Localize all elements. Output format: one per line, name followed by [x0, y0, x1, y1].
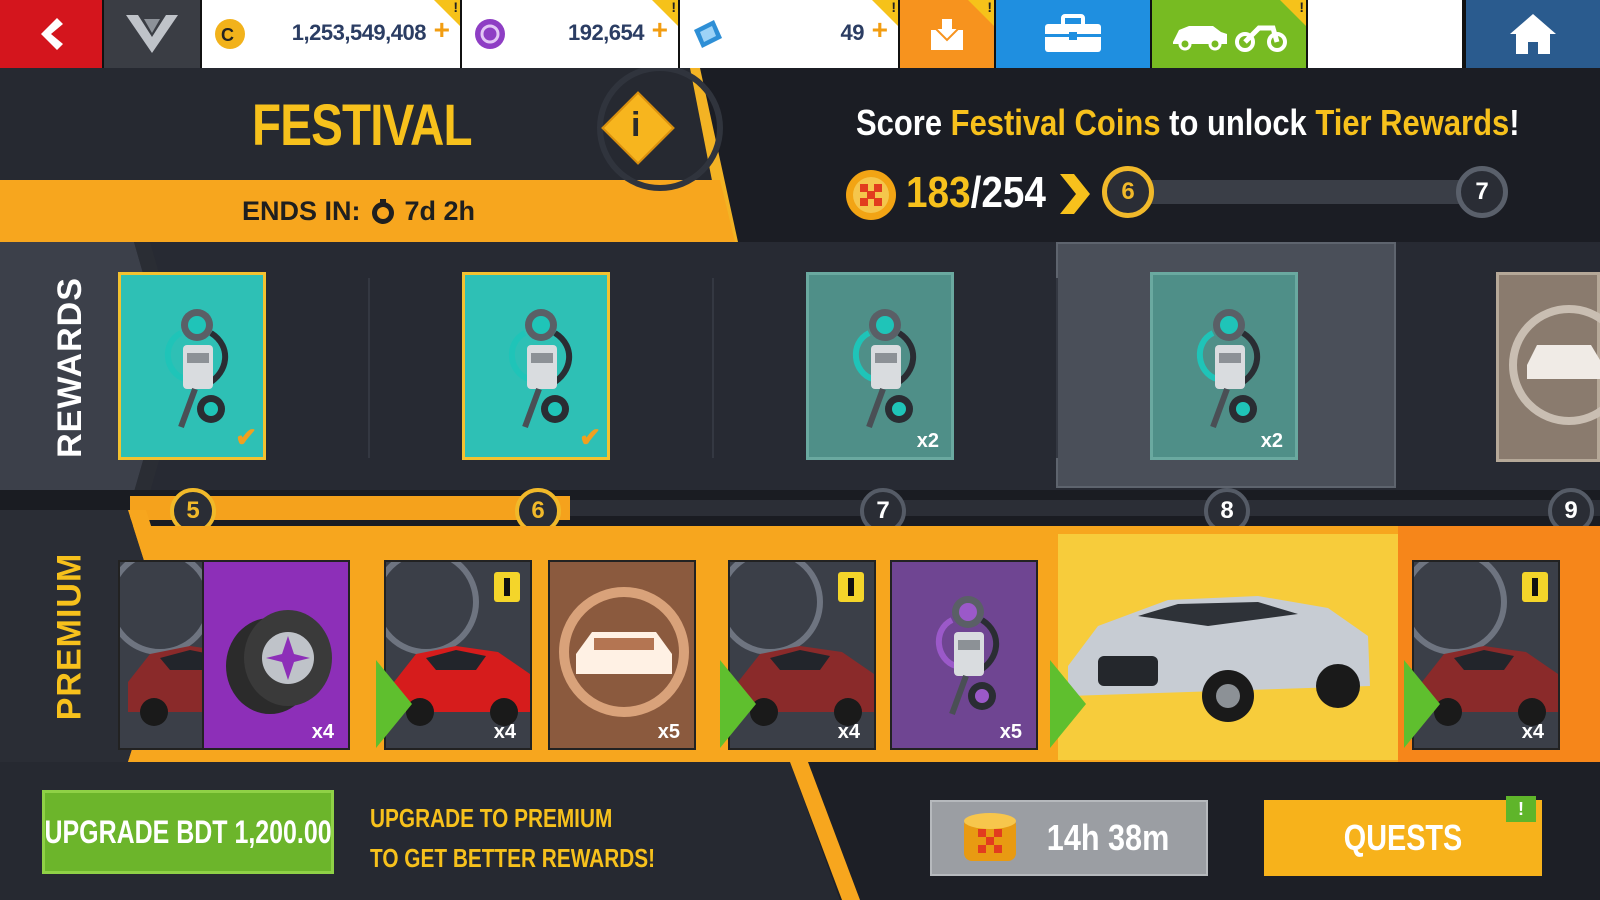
blueprints-alert — [872, 0, 898, 26]
ends-in-label: ENDS IN: — [242, 196, 361, 226]
garage-button[interactable] — [1152, 0, 1306, 68]
coins-total: /254 — [970, 168, 1046, 217]
engine-part-icon — [1196, 309, 1261, 429]
header-background — [0, 68, 1600, 242]
credits-value: 1,253,549,408 — [291, 20, 427, 45]
svg-text:C: C — [221, 25, 234, 45]
objective-suffix: ! — [1509, 102, 1520, 143]
tokens-value: 192,654 — [567, 20, 645, 45]
objective-middle: to unlock — [1160, 102, 1316, 143]
upgrade-text-line2: TO GET BETTER REWARDS! — [370, 843, 656, 873]
premium-count: x4 — [311, 721, 334, 743]
rewards-divider-2 — [712, 278, 714, 458]
tier-progress-row — [0, 490, 1600, 526]
empty-slot — [1308, 0, 1462, 68]
timer-value: 14h 38m — [1046, 817, 1170, 858]
tokens-counter[interactable]: 192,654 + — [462, 0, 678, 68]
toolbox-button[interactable] — [996, 0, 1150, 68]
engine-part-icon — [508, 309, 573, 429]
inbox-alert — [968, 0, 994, 26]
objective-tier-rewards: Tier Rewards — [1315, 102, 1510, 143]
premium-card-ferrari[interactable]: x4 — [728, 560, 876, 750]
objective-festival-coins: Festival Coins — [950, 102, 1161, 143]
inbox-button[interactable] — [900, 0, 994, 68]
tokens-alert — [652, 0, 678, 26]
upgrade-text-line1: UPGRADE TO PREMIUM — [370, 803, 613, 833]
quests-button[interactable]: QUESTS — [1264, 800, 1542, 876]
claimed-check-icon: ✔ — [235, 422, 257, 452]
car-icon — [1509, 305, 1600, 425]
upgrade-button-label: UPGRADE BDT 1,200.00 — [44, 813, 332, 850]
timer-icon — [371, 198, 394, 224]
blueprint-icon — [694, 20, 722, 48]
back-button[interactable] — [0, 0, 102, 68]
timer-button[interactable]: 14h 38m — [930, 800, 1208, 876]
premium-count: x5 — [657, 721, 680, 743]
ends-in-value: 7d 2h — [404, 196, 476, 226]
garage-icon — [1173, 25, 1287, 52]
coin-stack-icon — [963, 813, 1016, 861]
home-icon — [1510, 14, 1556, 54]
reward-card[interactable]: x2 — [1150, 272, 1298, 460]
engine-part-icon — [852, 309, 917, 429]
premium-count: x5 — [999, 721, 1022, 743]
car-icon — [1068, 596, 1370, 722]
back-arrow-icon — [41, 18, 63, 50]
premium-card-tires[interactable]: x4 — [202, 560, 350, 750]
premium-card-ferrari[interactable]: x4 — [1412, 560, 1560, 750]
premium-card-ferrari[interactable]: x4 — [384, 560, 532, 750]
info-icon: i — [631, 106, 641, 144]
garage-alert — [1280, 0, 1306, 26]
premium-card-jaguar[interactable] — [1058, 556, 1378, 746]
tier-next-node: 7 — [1456, 166, 1508, 218]
festival-coin-icon — [846, 170, 896, 220]
blueprints-value: 49 — [840, 20, 865, 45]
toolbox-icon — [1045, 14, 1101, 52]
premium-card-car-bronze[interactable]: x5 — [548, 560, 696, 750]
inbox-icon — [931, 17, 963, 50]
claimed-check-icon: ✔ — [579, 422, 601, 452]
tier-progress-track — [1120, 180, 1490, 204]
reward-count: x2 — [916, 430, 939, 452]
home-button[interactable] — [1466, 0, 1600, 68]
rank-badge-icon — [126, 15, 178, 53]
reward-card-partial[interactable] — [1496, 272, 1600, 462]
quests-label: QUESTS — [1343, 817, 1463, 858]
blueprints-counter[interactable]: 49 + — [680, 0, 898, 68]
festival-title: FESTIVAL — [252, 93, 473, 158]
rank-button[interactable] — [104, 0, 200, 68]
credits-alert — [434, 0, 460, 26]
quests-badge: ! — [1506, 796, 1536, 822]
coins-counter: 183/254 — [906, 168, 1046, 218]
rewards-divider-1 — [368, 278, 370, 458]
tier-current-node: 6 — [1102, 166, 1154, 218]
premium-count: x4 — [493, 721, 516, 743]
rewards-divider-3 — [1056, 278, 1058, 458]
credits-icon: C — [215, 19, 245, 49]
tokens-icon — [475, 19, 505, 49]
engine-part-icon — [164, 309, 229, 429]
reward-card[interactable]: x2 — [806, 272, 954, 460]
engine-part-icon — [935, 596, 1000, 716]
premium-count: x4 — [1521, 721, 1544, 743]
rewards-label: REWARDS — [50, 276, 89, 458]
premium-count: x4 — [837, 721, 860, 743]
objective-prefix: Score — [856, 102, 951, 143]
reward-count: x2 — [1260, 430, 1283, 452]
upgrade-text: UPGRADE TO PREMIUM TO GET BETTER REWARDS… — [370, 798, 655, 878]
premium-card-part[interactable]: x5 — [890, 560, 1038, 750]
objective-text: Score Festival Coins to unlock Tier Rewa… — [856, 102, 1520, 144]
tier-track-empty — [570, 500, 1600, 516]
credits-counter[interactable]: C 1,253,549,408 + — [202, 0, 460, 68]
reward-card[interactable]: ✔ — [462, 272, 610, 460]
upgrade-button[interactable]: UPGRADE BDT 1,200.00 — [42, 790, 334, 874]
chevron-right-icon — [1060, 174, 1090, 214]
coins-current: 183 — [906, 168, 971, 217]
ends-in-row: ENDS IN: 7d 2h — [242, 196, 475, 227]
premium-label: PREMIUM — [50, 552, 89, 720]
top-bar: C 1,253,549,408 + 192,654 + 49 + — [0, 0, 1600, 68]
reward-card[interactable]: ✔ — [118, 272, 266, 460]
